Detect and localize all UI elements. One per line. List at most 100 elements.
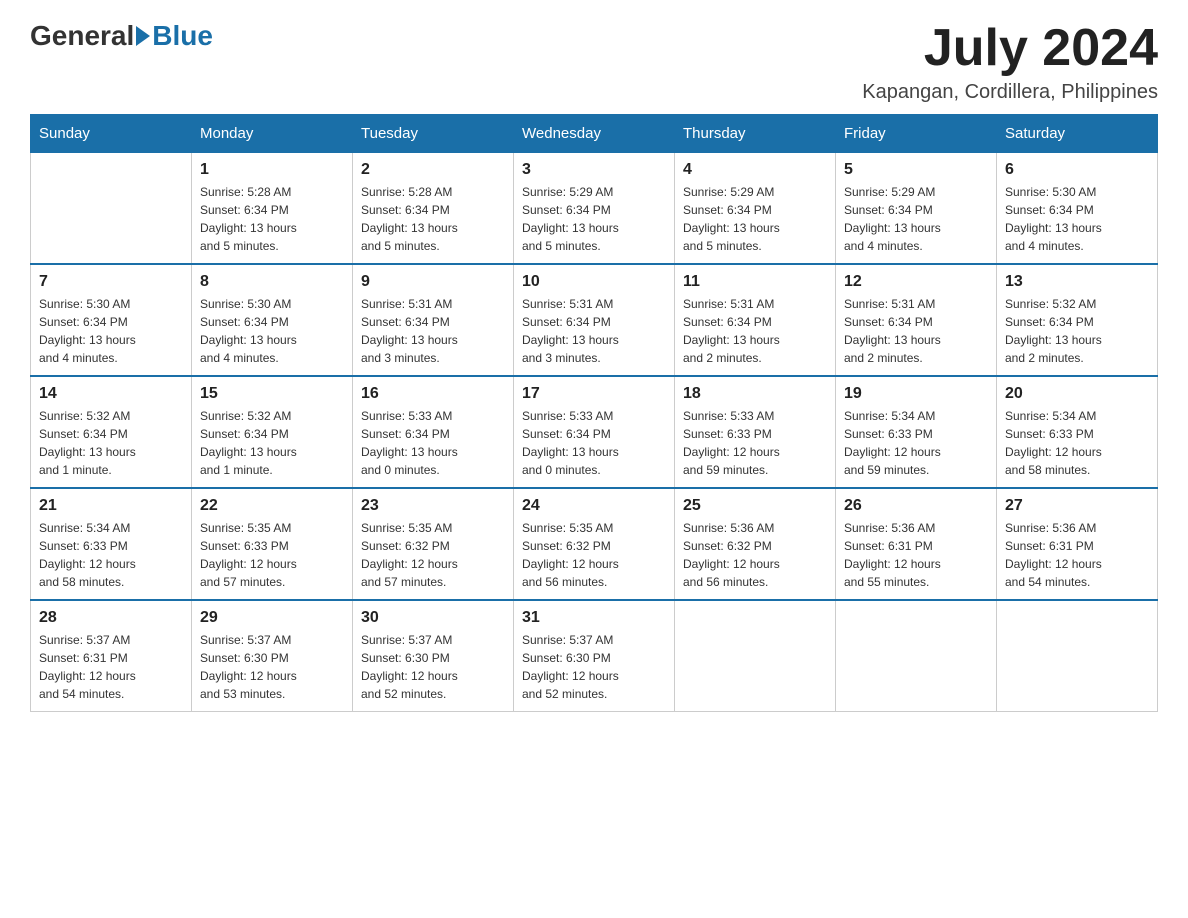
calendar-cell: 9 Sunrise: 5:31 AMSunset: 6:34 PMDaylight… <box>353 264 514 376</box>
day-info: Sunrise: 5:31 AMSunset: 6:34 PMDaylight:… <box>844 295 988 367</box>
logo-general-text: General <box>30 20 134 52</box>
calendar-cell: 24Sunrise: 5:35 AMSunset: 6:32 PMDayligh… <box>514 488 675 600</box>
day-info: Sunrise: 5:31 AMSunset: 6:34 PMDaylight:… <box>522 295 666 367</box>
day-number: 8 <box>200 273 344 291</box>
calendar-cell: 26 Sunrise: 5:36 AMSunset: 6:31 PMDayligh… <box>836 488 997 600</box>
day-number: 24 <box>522 497 666 515</box>
day-info: Sunrise: 5:30 AMSunset: 6:34 PMDaylight:… <box>39 295 183 367</box>
calendar-cell: 4 Sunrise: 5:29 AMSunset: 6:34 PMDaylight… <box>675 153 836 265</box>
day-info: Sunrise: 5:33 AMSunset: 6:34 PMDaylight:… <box>361 407 505 479</box>
day-info: Sunrise: 5:32 AMSunset: 6:34 PMDaylight:… <box>200 407 344 479</box>
day-number: 6 <box>1005 161 1149 179</box>
calendar-cell: 17 Sunrise: 5:33 AMSunset: 6:34 PMDayligh… <box>514 376 675 488</box>
day-number: 22 <box>200 497 344 515</box>
col-saturday: Saturday <box>997 115 1158 153</box>
day-number: 20 <box>1005 385 1149 403</box>
day-info: Sunrise: 5:31 AMSunset: 6:34 PMDaylight:… <box>361 295 505 367</box>
day-number: 17 <box>522 385 666 403</box>
day-info: Sunrise: 5:29 AMSunset: 6:34 PMDaylight:… <box>844 183 988 255</box>
calendar-cell <box>836 600 997 712</box>
col-friday: Friday <box>836 115 997 153</box>
col-monday: Monday <box>192 115 353 153</box>
day-number: 7 <box>39 273 183 291</box>
day-info: Sunrise: 5:30 AMSunset: 6:34 PMDaylight:… <box>1005 183 1149 255</box>
day-info: Sunrise: 5:37 AMSunset: 6:30 PMDaylight:… <box>522 631 666 703</box>
day-info: Sunrise: 5:33 AMSunset: 6:34 PMDaylight:… <box>522 407 666 479</box>
day-number: 1 <box>200 161 344 179</box>
day-number: 26 <box>844 497 988 515</box>
day-info: Sunrise: 5:31 AMSunset: 6:34 PMDaylight:… <box>683 295 827 367</box>
calendar-cell: 3Sunrise: 5:29 AMSunset: 6:34 PMDaylight… <box>514 153 675 265</box>
calendar-cell: 22Sunrise: 5:35 AMSunset: 6:33 PMDayligh… <box>192 488 353 600</box>
day-number: 25 <box>683 497 827 515</box>
day-number: 27 <box>1005 497 1149 515</box>
week-row-3: 14 Sunrise: 5:32 AMSunset: 6:34 PMDayligh… <box>31 376 1158 488</box>
calendar-cell: 25 Sunrise: 5:36 AMSunset: 6:32 PMDayligh… <box>675 488 836 600</box>
week-row-1: 1 Sunrise: 5:28 AMSunset: 6:34 PMDaylight… <box>31 153 1158 265</box>
calendar-cell: 11Sunrise: 5:31 AMSunset: 6:34 PMDayligh… <box>675 264 836 376</box>
day-info: Sunrise: 5:32 AMSunset: 6:34 PMDaylight:… <box>39 407 183 479</box>
col-wednesday: Wednesday <box>514 115 675 153</box>
calendar-cell <box>675 600 836 712</box>
day-info: Sunrise: 5:37 AMSunset: 6:31 PMDaylight:… <box>39 631 183 703</box>
logo: General Blue <box>30 20 213 52</box>
day-info: Sunrise: 5:33 AMSunset: 6:33 PMDaylight:… <box>683 407 827 479</box>
calendar-header: Sunday Monday Tuesday Wednesday Thursday… <box>31 115 1158 153</box>
calendar-body: 1 Sunrise: 5:28 AMSunset: 6:34 PMDaylight… <box>31 153 1158 712</box>
day-number: 29 <box>200 609 344 627</box>
day-info: Sunrise: 5:35 AMSunset: 6:32 PMDaylight:… <box>361 519 505 591</box>
day-number: 28 <box>39 609 183 627</box>
day-info: Sunrise: 5:28 AMSunset: 6:34 PMDaylight:… <box>361 183 505 255</box>
day-number: 14 <box>39 385 183 403</box>
week-row-2: 7 Sunrise: 5:30 AMSunset: 6:34 PMDaylight… <box>31 264 1158 376</box>
day-number: 31 <box>522 609 666 627</box>
day-info: Sunrise: 5:37 AMSunset: 6:30 PMDaylight:… <box>200 631 344 703</box>
location-subtitle: Kapangan, Cordillera, Philippines <box>862 81 1158 104</box>
calendar-cell: 20 Sunrise: 5:34 AMSunset: 6:33 PMDayligh… <box>997 376 1158 488</box>
day-number: 30 <box>361 609 505 627</box>
day-number: 12 <box>844 273 988 291</box>
calendar-cell: 8 Sunrise: 5:30 AMSunset: 6:34 PMDaylight… <box>192 264 353 376</box>
calendar-cell: 21Sunrise: 5:34 AMSunset: 6:33 PMDayligh… <box>31 488 192 600</box>
calendar-cell: 29 Sunrise: 5:37 AMSunset: 6:30 PMDayligh… <box>192 600 353 712</box>
month-year-title: July 2024 <box>862 20 1158 77</box>
day-info: Sunrise: 5:36 AMSunset: 6:31 PMDaylight:… <box>844 519 988 591</box>
logo-blue-text: Blue <box>152 20 213 52</box>
calendar-cell: 30 Sunrise: 5:37 AMSunset: 6:30 PMDayligh… <box>353 600 514 712</box>
day-info: Sunrise: 5:29 AMSunset: 6:34 PMDaylight:… <box>683 183 827 255</box>
day-info: Sunrise: 5:36 AMSunset: 6:31 PMDaylight:… <box>1005 519 1149 591</box>
day-number: 5 <box>844 161 988 179</box>
day-info: Sunrise: 5:30 AMSunset: 6:34 PMDaylight:… <box>200 295 344 367</box>
day-info: Sunrise: 5:34 AMSunset: 6:33 PMDaylight:… <box>844 407 988 479</box>
day-info: Sunrise: 5:36 AMSunset: 6:32 PMDaylight:… <box>683 519 827 591</box>
col-tuesday: Tuesday <box>353 115 514 153</box>
week-row-5: 28 Sunrise: 5:37 AMSunset: 6:31 PMDayligh… <box>31 600 1158 712</box>
page-header: General Blue July 2024 Kapangan, Cordill… <box>30 20 1158 104</box>
day-info: Sunrise: 5:34 AMSunset: 6:33 PMDaylight:… <box>1005 407 1149 479</box>
calendar-cell: 16 Sunrise: 5:33 AMSunset: 6:34 PMDayligh… <box>353 376 514 488</box>
day-number: 15 <box>200 385 344 403</box>
calendar-cell: 23 Sunrise: 5:35 AMSunset: 6:32 PMDayligh… <box>353 488 514 600</box>
day-number: 16 <box>361 385 505 403</box>
day-info: Sunrise: 5:32 AMSunset: 6:34 PMDaylight:… <box>1005 295 1149 367</box>
calendar-cell <box>997 600 1158 712</box>
calendar-cell: 13 Sunrise: 5:32 AMSunset: 6:34 PMDayligh… <box>997 264 1158 376</box>
day-number: 4 <box>683 161 827 179</box>
calendar-cell: 28 Sunrise: 5:37 AMSunset: 6:31 PMDayligh… <box>31 600 192 712</box>
calendar-cell: 2 Sunrise: 5:28 AMSunset: 6:34 PMDaylight… <box>353 153 514 265</box>
week-row-4: 21Sunrise: 5:34 AMSunset: 6:33 PMDayligh… <box>31 488 1158 600</box>
day-info: Sunrise: 5:28 AMSunset: 6:34 PMDaylight:… <box>200 183 344 255</box>
day-number: 9 <box>361 273 505 291</box>
day-number: 13 <box>1005 273 1149 291</box>
day-number: 2 <box>361 161 505 179</box>
calendar-cell: 12 Sunrise: 5:31 AMSunset: 6:34 PMDayligh… <box>836 264 997 376</box>
day-number: 23 <box>361 497 505 515</box>
calendar-cell: 6 Sunrise: 5:30 AMSunset: 6:34 PMDaylight… <box>997 153 1158 265</box>
calendar-cell: 5 Sunrise: 5:29 AMSunset: 6:34 PMDaylight… <box>836 153 997 265</box>
day-info: Sunrise: 5:37 AMSunset: 6:30 PMDaylight:… <box>361 631 505 703</box>
day-number: 19 <box>844 385 988 403</box>
calendar-cell: 19 Sunrise: 5:34 AMSunset: 6:33 PMDayligh… <box>836 376 997 488</box>
title-block: July 2024 Kapangan, Cordillera, Philippi… <box>862 20 1158 104</box>
calendar-cell: 14 Sunrise: 5:32 AMSunset: 6:34 PMDayligh… <box>31 376 192 488</box>
day-info: Sunrise: 5:34 AMSunset: 6:33 PMDaylight:… <box>39 519 183 591</box>
